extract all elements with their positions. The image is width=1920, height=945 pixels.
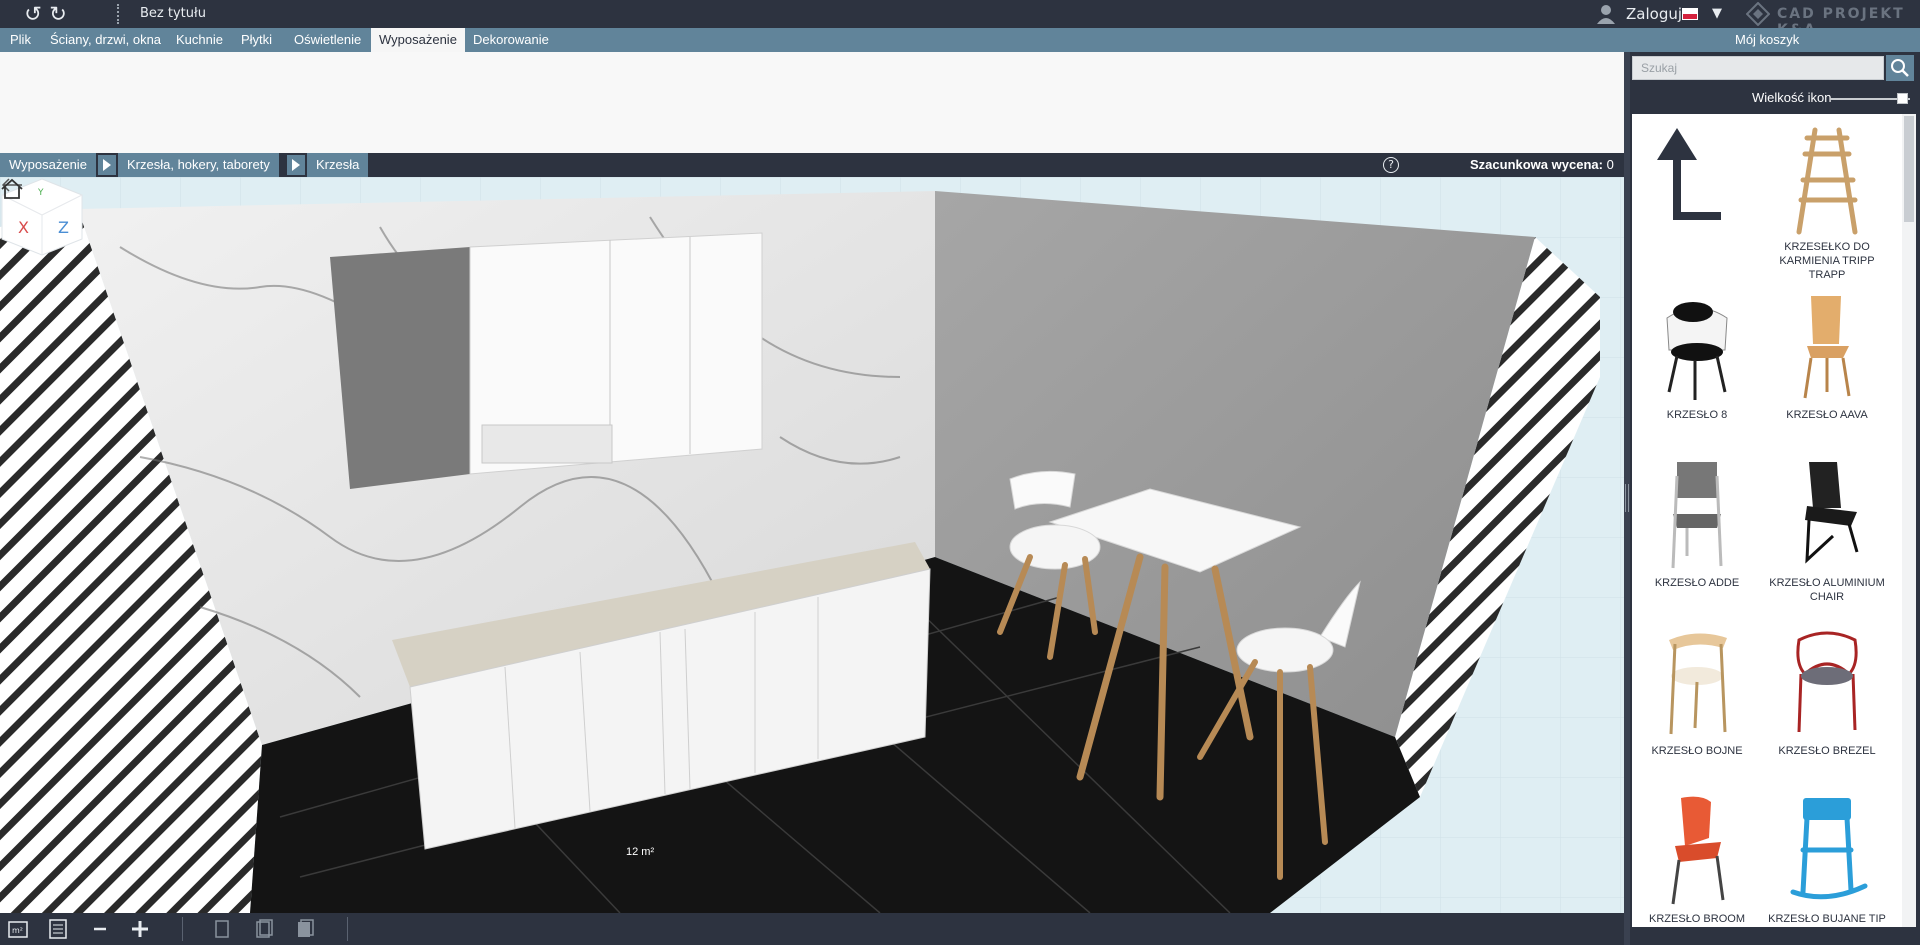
chair-left [1009,470,1076,510]
layers-icon[interactable] [46,917,70,941]
breadcrumb: Wyposażenie Krzesła, hokery, taborety Kr… [0,153,1624,196]
chevron-down-icon[interactable]: ▼ [1712,6,1722,21]
catalog-item-aava[interactable]: KRZESŁO AAVA [1762,282,1892,448]
breadcrumb-arrow-icon [287,155,305,175]
chair-broom-icon [1671,796,1725,905]
view-3d-icon[interactable] [293,917,317,941]
breadcrumb-arrow-icon [98,155,116,175]
floor-area-icon[interactable]: m² [6,917,30,941]
catalog-item-krzeslo-8[interactable]: KRZESŁO 8 [1632,282,1762,448]
catalog-item-label: KRZESŁO BUJANE TIP [1768,913,1886,925]
chair-aluminium-icon [1805,462,1859,564]
toolbar-separator [117,4,119,24]
search-icon[interactable] [1886,55,1914,81]
breadcrumb-item-equipment[interactable]: Wyposażenie [0,153,96,177]
tab-lighting[interactable]: Oświetlenie [286,28,369,52]
catalog-grid: KRZESEŁKO DO KARMIENIA TRIPP TRAPP KRZES… [1632,114,1902,927]
catalog-item-label: KRZESŁO BROOM CHAIR [1649,913,1745,925]
svg-text:m²: m² [12,926,23,935]
logo-icon [1746,2,1770,26]
app-window: ↺ ↻ Bez tytułu Zaloguj ▼ CAD PROJEKT K&A… [0,0,1920,945]
3d-viewport[interactable]: 12 m² X Z Y [0,177,1624,913]
catalog-scrollbar-thumb[interactable] [1904,116,1914,222]
viewcube-x-label: X [18,218,29,237]
viewcube-z-label: Z [58,218,69,237]
catalog-item-brezel[interactable]: KRZESŁO BREZEL [1762,618,1892,784]
login-link[interactable]: Zaloguj [1626,5,1682,23]
estimate-label: Szacunkowa wycena: [1470,157,1603,172]
chair-bujane-icon [1790,798,1868,900]
catalog-scrollbar[interactable] [1902,114,1916,927]
catalog-item-up[interactable] [1632,114,1762,280]
top-bar: ↺ ↻ Bez tytułu Zaloguj ▼ CAD PROJEKT K&A [0,0,1920,38]
chair-8-icon [1666,302,1728,400]
high-chair-icon [1796,127,1858,235]
room-scene [0,177,1624,913]
tab-plik[interactable]: Plik [2,28,39,52]
zoom-in-icon[interactable] [128,917,152,941]
up-arrow-icon [1657,128,1721,220]
panel-resize-handle[interactable] [1624,52,1630,945]
main-menu: Plik Ściany, drzwi, okna Kuchnie Płytki … [0,28,1920,52]
floor-area-label: 12 m² [626,846,655,858]
tab-decorating[interactable]: Dekorowanie [465,28,557,52]
language-flag-icon[interactable] [1682,8,1698,20]
catalog-item-tripp-trapp[interactable]: KRZESEŁKO DO KARMIENIA TRIPP TRAPP [1762,114,1892,281]
toolbar-separator [347,917,348,941]
view-2d-icon[interactable] [210,917,234,941]
cart-link[interactable]: Mój koszyk [1735,28,1799,52]
user-icon[interactable] [1596,3,1616,25]
icon-size-label: Wielkość ikon [1752,90,1832,105]
viewcube-y-label: Y [37,188,44,198]
chair-adde-icon [1671,462,1723,569]
catalog-item-broom[interactable]: KRZESŁO BROOM CHAIR [1632,786,1762,927]
tab-equipment[interactable]: Wyposażenie [371,28,465,52]
breadcrumb-item-chairs-stools[interactable]: Krzesła, hokery, taborety [118,153,279,177]
catalog-item-label: KRZESŁO BREZEL [1778,745,1876,757]
undo-icon[interactable]: ↺ [22,3,44,25]
chair-aava-icon [1803,296,1851,399]
catalog-item-bujane-tip[interactable]: KRZESŁO BUJANE TIP [1762,786,1892,927]
breadcrumb-item-chairs[interactable]: Krzesła [307,153,369,177]
tab-kitchens[interactable]: Kuchnie [168,28,231,52]
chair-brezel-icon [1796,631,1858,733]
wall-cabinet-open-shelf [330,247,470,489]
catalog-item-label: KRZESŁO ADDE [1654,577,1740,589]
catalog-item-label: KRZESŁO AAVA [1786,409,1868,421]
ribbon-area [0,52,1624,153]
catalog-item-label: KRZESŁO 8 [1666,409,1728,421]
catalog-item-label: KRZESEŁKO DO KARMIENIA TRIPP TRAPP [1779,241,1875,281]
bottom-toolbar: m² [0,913,1624,945]
home-icon[interactable] [0,177,24,201]
search-input[interactable]: Szukaj [1632,56,1884,80]
catalog-item-aluminium[interactable]: KRZESŁO ALUMINIUM CHAIR [1762,450,1892,616]
tab-walls-doors-windows[interactable]: Ściany, drzwi, okna [42,28,169,52]
catalog-item-adde[interactable]: KRZESŁO ADDE [1632,450,1762,616]
zoom-out-icon[interactable] [88,917,112,941]
catalog-item-label: KRZESŁO BOJNE [1651,745,1743,757]
tab-tiles[interactable]: Płytki [233,28,280,52]
icon-size-slider-thumb[interactable] [1897,93,1908,104]
view-split-icon[interactable] [252,917,276,941]
help-icon[interactable]: ? [1383,157,1399,173]
chair-bojne-icon [1669,633,1727,735]
toolbar-separator [182,917,183,941]
redo-icon[interactable]: ↻ [47,3,69,25]
catalog-item-label: KRZESŁO ALUMINIUM CHAIR [1769,577,1885,603]
document-title[interactable]: Bez tytułu [140,6,206,21]
catalog-item-bojne[interactable]: KRZESŁO BOJNE [1632,618,1762,784]
